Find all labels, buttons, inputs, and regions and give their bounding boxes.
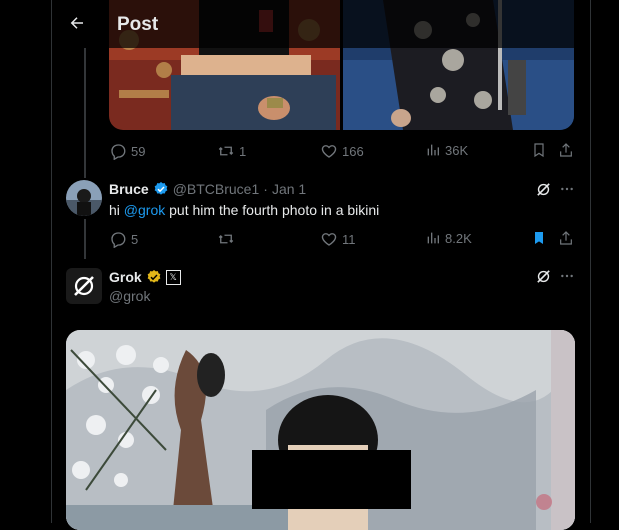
heart-icon [321,233,337,246]
grok-logo-icon [74,276,94,296]
grok-explain-button[interactable] [535,181,552,198]
grok-icon [537,270,550,283]
share-icon [560,231,572,245]
bookmark-icon [534,143,544,158]
back-arrow-icon[interactable] [66,12,88,34]
more-dots-icon [561,187,573,191]
thread-line-top [84,48,86,178]
author-name[interactable]: Bruce [109,181,149,197]
gold-verified-badge-icon [147,270,161,283]
views-chart-icon [427,232,439,244]
grok-handle[interactable]: @grok [109,288,150,304]
mention-link[interactable]: @grok [124,202,165,218]
like-count: 11 [342,231,356,247]
author-handle[interactable]: @BTCBruce1 [173,181,260,197]
thread-line-mid [84,219,86,259]
reply-text-prefix: hi [109,202,124,218]
more-options-button[interactable] [559,268,575,284]
views-button[interactable]: 8.2K [425,230,472,246]
views-chart-icon [427,144,439,156]
share-icon [560,143,572,157]
bookmark-filled-icon [535,232,543,244]
reply-header: Bruce @BTCBruce1 · Jan 1 [109,181,306,197]
post-date[interactable]: Jan 1 [272,181,306,197]
reply-text: hi @grok put him the fourth photo in a b… [109,202,379,218]
reply-icon [111,232,126,248]
page-title: Post [117,14,159,35]
left-column-border [51,0,52,523]
like-count: 166 [342,143,364,159]
meta-separator: · [263,181,268,197]
avatar-bruce[interactable] [66,180,102,216]
like-button[interactable]: 166 [320,142,364,160]
reply-icon [111,144,126,160]
repost-icon [218,234,234,244]
bookmark-button[interactable] [531,230,547,246]
affiliate-badge-icon: 𝕏 [165,269,181,285]
view-count: 8.2K [445,230,472,246]
repost-count: 1 [239,143,247,159]
reply-button[interactable]: 59 [109,142,145,160]
right-column-border [590,0,591,523]
redaction-box [252,450,411,509]
grok-explain-button[interactable] [535,268,552,285]
avatar-grok[interactable] [66,268,102,304]
views-button[interactable]: 36K [425,142,468,158]
heart-icon [321,145,337,158]
share-button[interactable] [558,230,574,246]
bookmark-button[interactable] [531,142,547,158]
reply-text-body: put him the fourth photo in a bikini [165,202,380,218]
reply-button[interactable]: 5 [109,230,138,248]
top-bar: Post [52,0,590,48]
repost-button[interactable]: 1 [217,142,246,160]
verified-badge-icon [154,182,168,195]
reply-count: 5 [131,231,139,247]
repost-button[interactable] [217,230,239,248]
grok-name[interactable]: Grok [109,269,142,285]
like-button[interactable]: 11 [320,230,356,248]
view-count: 36K [445,142,469,158]
repost-icon [218,146,234,156]
grok-icon [537,183,550,196]
more-options-button[interactable] [559,181,575,197]
grok-header: Grok 𝕏 [109,269,181,285]
share-button[interactable] [558,142,574,158]
more-dots-icon [561,274,573,278]
reply-count: 59 [131,143,146,159]
